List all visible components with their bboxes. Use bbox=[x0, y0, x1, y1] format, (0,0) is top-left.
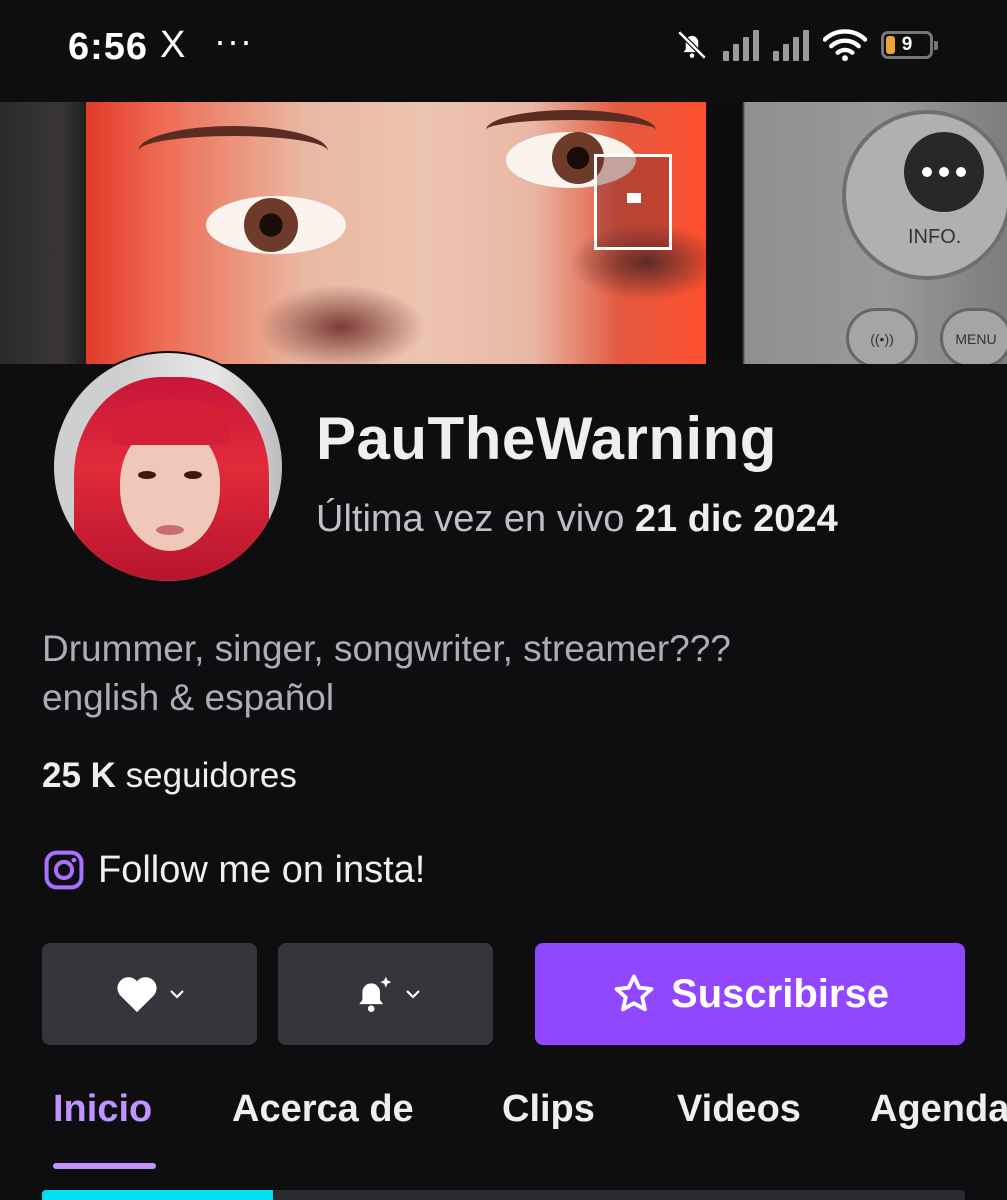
camera-wifi-button: ((•)) bbox=[846, 308, 918, 364]
more-notifications-icon: ··· bbox=[214, 20, 253, 61]
avatar-lips bbox=[156, 525, 184, 535]
chevron-down-icon bbox=[405, 990, 420, 999]
subscribe-label: Suscribirse bbox=[671, 971, 889, 1016]
camera-focus-box bbox=[594, 154, 672, 250]
status-bar: 6:56 X ··· 9 bbox=[0, 0, 1007, 100]
followers-count: 25 K seguidores bbox=[42, 756, 297, 796]
instagram-link[interactable]: Follow me on insta! bbox=[42, 848, 425, 892]
channel-avatar[interactable] bbox=[52, 351, 284, 583]
camera-dial-label: INFO. bbox=[908, 226, 962, 248]
wifi-icon bbox=[823, 29, 867, 62]
battery-level: 9 bbox=[901, 34, 913, 55]
camera-menu-button: MENU bbox=[940, 308, 1007, 364]
progress-fill bbox=[42, 1190, 273, 1200]
tab-clips[interactable]: Clips bbox=[502, 1088, 595, 1131]
instagram-icon bbox=[44, 850, 84, 890]
notifications-button[interactable] bbox=[278, 943, 493, 1045]
channel-tabs: Inicio Acerca de Clips Videos Agenda bbox=[0, 1088, 1007, 1148]
content-progress-bar bbox=[42, 1190, 965, 1200]
bell-muted-icon bbox=[677, 30, 707, 60]
avatar-eye-right bbox=[184, 471, 202, 479]
instagram-link-text: Follow me on insta! bbox=[98, 848, 426, 891]
tab-inicio[interactable]: Inicio bbox=[53, 1088, 152, 1131]
followers-label: seguidores bbox=[125, 756, 297, 795]
more-dot-icon bbox=[922, 167, 932, 177]
last-live-prefix: Última vez en vivo bbox=[316, 498, 625, 540]
heart-icon bbox=[116, 977, 157, 1013]
bio-line: english & español bbox=[42, 677, 335, 718]
avatar-eye-left bbox=[138, 471, 156, 479]
banner-eyebrow-left bbox=[138, 126, 328, 176]
banner-eye-left bbox=[206, 196, 346, 254]
channel-bio: Drummer, singer, songwriter, streamer???… bbox=[42, 624, 731, 722]
x-app-icon: X bbox=[160, 24, 186, 66]
more-options-button[interactable] bbox=[904, 132, 984, 212]
signal-bars-sim2-icon bbox=[773, 29, 809, 61]
active-tab-indicator bbox=[53, 1163, 156, 1169]
status-time: 6:56 bbox=[68, 26, 149, 68]
more-dot-icon bbox=[956, 167, 966, 177]
subscribe-button[interactable]: Suscribirse bbox=[535, 943, 965, 1045]
channel-banner: INFO. ((•)) MENU bbox=[0, 102, 1007, 364]
status-icons: 9 bbox=[675, 28, 938, 62]
last-live-status: Última vez en vivo 21 dic 2024 bbox=[316, 498, 838, 541]
bio-line: Drummer, singer, songwriter, streamer??? bbox=[42, 628, 731, 669]
battery-icon: 9 bbox=[881, 31, 938, 59]
last-live-date: 21 dic 2024 bbox=[634, 498, 838, 540]
follow-button[interactable] bbox=[42, 943, 257, 1045]
star-outline-icon bbox=[614, 974, 654, 1012]
followers-number: 25 K bbox=[42, 756, 116, 795]
tab-agenda[interactable]: Agenda bbox=[870, 1088, 1007, 1131]
chevron-down-icon bbox=[169, 990, 184, 999]
tab-videos[interactable]: Videos bbox=[677, 1088, 801, 1131]
more-dot-icon bbox=[939, 167, 949, 177]
avatar-bangs bbox=[112, 399, 230, 445]
channel-name: PauTheWarning bbox=[316, 405, 777, 472]
bell-sparkle-icon bbox=[358, 976, 391, 1012]
tab-acerca-de[interactable]: Acerca de bbox=[232, 1088, 414, 1131]
signal-bars-sim1-icon bbox=[723, 29, 759, 61]
